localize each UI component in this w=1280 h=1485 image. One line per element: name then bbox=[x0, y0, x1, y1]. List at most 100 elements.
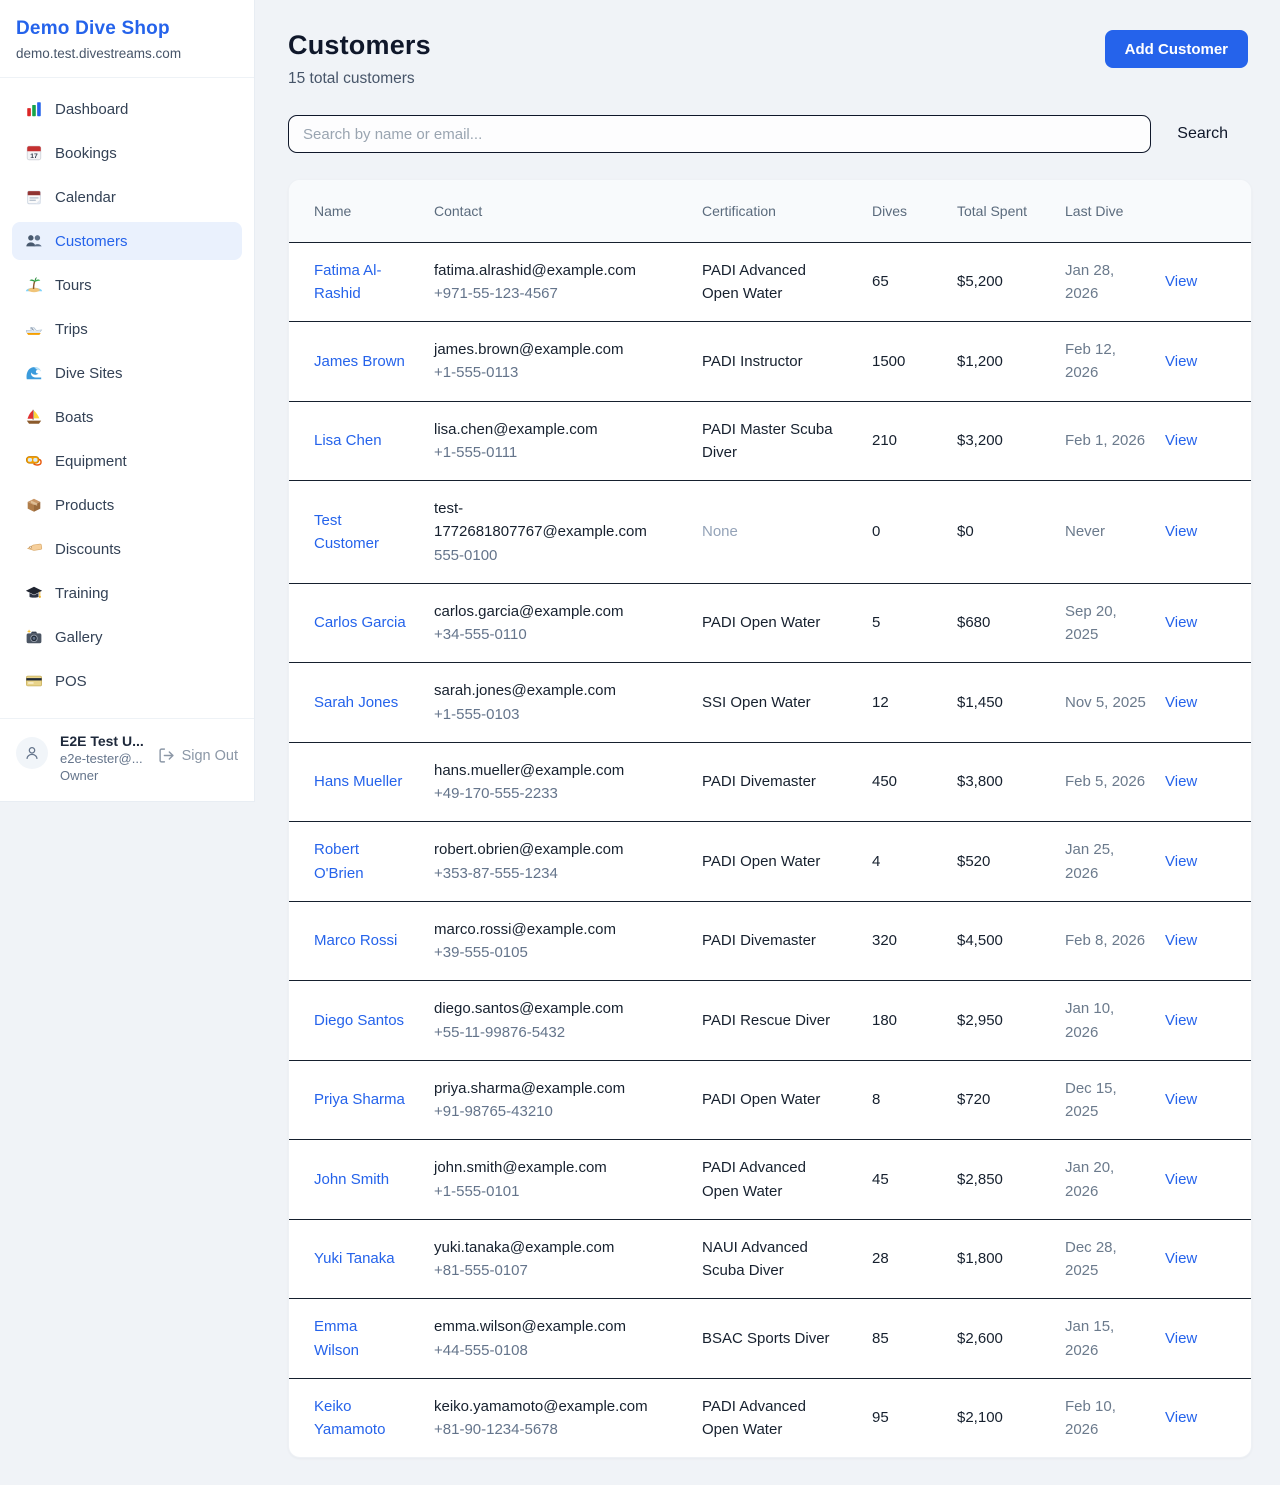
customer-name-link[interactable]: Yuki Tanaka bbox=[314, 1250, 395, 1267]
customer-certification: PADI Open Water bbox=[702, 822, 872, 902]
add-customer-button[interactable]: Add Customer bbox=[1105, 30, 1248, 68]
view-link[interactable]: View bbox=[1165, 1012, 1197, 1029]
view-link[interactable]: View bbox=[1165, 1409, 1197, 1426]
customer-email: fatima.alrashid@example.com bbox=[434, 259, 672, 282]
customer-dives: 95 bbox=[872, 1378, 957, 1457]
customer-name-link[interactable]: Test Customer bbox=[314, 512, 379, 552]
customer-name-link[interactable]: Diego Santos bbox=[314, 1012, 404, 1029]
customer-total-spent: $2,600 bbox=[957, 1299, 1065, 1379]
customer-dives: 0 bbox=[872, 481, 957, 584]
customer-name-link[interactable]: Keiko Yamamoto bbox=[314, 1398, 385, 1438]
customers-table: Name Contact Certification Dives Total S… bbox=[289, 180, 1252, 1457]
sidebar-item-pos[interactable]: POS bbox=[12, 662, 242, 700]
view-link[interactable]: View bbox=[1165, 353, 1197, 370]
customer-name-link[interactable]: Priya Sharma bbox=[314, 1091, 405, 1108]
customer-email: diego.santos@example.com bbox=[434, 997, 672, 1020]
customer-total-spent: $2,950 bbox=[957, 981, 1065, 1061]
sidebar-item-gallery[interactable]: Gallery bbox=[12, 618, 242, 656]
customer-phone: +49-170-555-2233 bbox=[434, 782, 672, 805]
sidebar-item-trips[interactable]: Trips bbox=[12, 310, 242, 348]
customer-name-link[interactable]: Fatima Al-Rashid bbox=[314, 262, 382, 302]
sidebar-item-tours[interactable]: Tours bbox=[12, 266, 242, 304]
people-icon bbox=[24, 232, 43, 251]
customer-dives: 210 bbox=[872, 401, 957, 481]
customer-name-link[interactable]: John Smith bbox=[314, 1171, 389, 1188]
customer-phone: +91-98765-43210 bbox=[434, 1100, 672, 1123]
shop-subdomain: demo.test.divestreams.com bbox=[16, 46, 238, 61]
view-link[interactable]: View bbox=[1165, 432, 1197, 449]
customer-dives: 5 bbox=[872, 583, 957, 663]
customer-last-dive: Dec 28, 2025 bbox=[1065, 1219, 1165, 1299]
view-link[interactable]: View bbox=[1165, 1330, 1197, 1347]
svg-text:17: 17 bbox=[30, 153, 38, 160]
customer-name-link[interactable]: Robert O'Brien bbox=[314, 841, 364, 881]
customer-certification: NAUI Advanced Scuba Diver bbox=[702, 1219, 872, 1299]
customer-last-dive: Jan 20, 2026 bbox=[1065, 1140, 1165, 1220]
view-link[interactable]: View bbox=[1165, 1250, 1197, 1267]
customer-name-link[interactable]: James Brown bbox=[314, 353, 405, 370]
search-input[interactable] bbox=[288, 115, 1151, 153]
sidebar-item-discounts[interactable]: Discounts bbox=[12, 530, 242, 568]
user-role: Owner bbox=[60, 768, 146, 783]
customer-dives: 12 bbox=[872, 663, 957, 743]
view-link[interactable]: View bbox=[1165, 273, 1197, 290]
sidebar-item-label: Training bbox=[55, 585, 109, 602]
customer-dives: 4 bbox=[872, 822, 957, 902]
credit-card-icon bbox=[24, 672, 43, 691]
customer-phone: +1-555-0103 bbox=[434, 703, 672, 726]
sidebar-item-label: Discounts bbox=[55, 541, 121, 558]
view-link[interactable]: View bbox=[1165, 614, 1197, 631]
customer-dives: 45 bbox=[872, 1140, 957, 1220]
table-row: Fatima Al-Rashid fatima.alrashid@example… bbox=[289, 242, 1252, 322]
view-link[interactable]: View bbox=[1165, 932, 1197, 949]
shop-name: Demo Dive Shop bbox=[16, 18, 238, 40]
table-body: Fatima Al-Rashid fatima.alrashid@example… bbox=[289, 242, 1252, 1457]
customer-last-dive: Jan 25, 2026 bbox=[1065, 822, 1165, 902]
sign-out-button[interactable]: Sign Out bbox=[158, 747, 238, 764]
view-link[interactable]: View bbox=[1165, 773, 1197, 790]
sidebar-item-dive-sites[interactable]: Dive Sites bbox=[12, 354, 242, 392]
customer-name-link[interactable]: Marco Rossi bbox=[314, 932, 397, 949]
customer-name-link[interactable]: Emma Wilson bbox=[314, 1318, 359, 1358]
view-link[interactable]: View bbox=[1165, 1091, 1197, 1108]
sidebar-item-customers[interactable]: Customers bbox=[12, 222, 242, 260]
customer-dives: 85 bbox=[872, 1299, 957, 1379]
customer-email: lisa.chen@example.com bbox=[434, 418, 672, 441]
customer-name-link[interactable]: Hans Mueller bbox=[314, 773, 402, 790]
sidebar-item-dashboard[interactable]: Dashboard bbox=[12, 90, 242, 128]
sailboat-icon bbox=[24, 408, 43, 427]
sidebar-item-boats[interactable]: Boats bbox=[12, 398, 242, 436]
table-row: Diego Santos diego.santos@example.com +5… bbox=[289, 981, 1252, 1061]
customer-phone: +55-11-99876-5432 bbox=[434, 1021, 672, 1044]
customer-phone: +1-555-0111 bbox=[434, 441, 672, 464]
sidebar-item-label: Trips bbox=[55, 321, 88, 338]
column-header-last-dive: Last Dive bbox=[1065, 180, 1165, 242]
customer-phone: +353-87-555-1234 bbox=[434, 862, 672, 885]
customer-name-link[interactable]: Lisa Chen bbox=[314, 432, 382, 449]
customer-email: hans.mueller@example.com bbox=[434, 759, 672, 782]
view-link[interactable]: View bbox=[1165, 523, 1197, 540]
sign-out-icon bbox=[158, 747, 175, 764]
sidebar-item-equipment[interactable]: Equipment bbox=[12, 442, 242, 480]
avatar bbox=[16, 737, 48, 769]
view-link[interactable]: View bbox=[1165, 853, 1197, 870]
customer-last-dive: Feb 8, 2026 bbox=[1065, 901, 1165, 981]
customer-email: james.brown@example.com bbox=[434, 338, 672, 361]
customer-phone: +971-55-123-4567 bbox=[434, 282, 672, 305]
customer-name-link[interactable]: Sarah Jones bbox=[314, 694, 398, 711]
customer-name-link[interactable]: Carlos Garcia bbox=[314, 614, 406, 631]
customer-email: priya.sharma@example.com bbox=[434, 1077, 672, 1100]
customer-last-dive: Jan 10, 2026 bbox=[1065, 981, 1165, 1061]
view-link[interactable]: View bbox=[1165, 694, 1197, 711]
sidebar-item-bookings[interactable]: 17 Bookings bbox=[12, 134, 242, 172]
table-row: Robert O'Brien robert.obrien@example.com… bbox=[289, 822, 1252, 902]
sidebar-item-calendar[interactable]: Calendar bbox=[12, 178, 242, 216]
search-button[interactable]: Search bbox=[1151, 125, 1252, 143]
table-row: Keiko Yamamoto keiko.yamamoto@example.co… bbox=[289, 1378, 1252, 1457]
sidebar-item-label: Customers bbox=[55, 233, 128, 250]
customer-phone: +34-555-0110 bbox=[434, 623, 672, 646]
user-name: E2E Test U... bbox=[60, 733, 146, 749]
view-link[interactable]: View bbox=[1165, 1171, 1197, 1188]
sidebar-item-products[interactable]: Products bbox=[12, 486, 242, 524]
sidebar-item-training[interactable]: Training bbox=[12, 574, 242, 612]
